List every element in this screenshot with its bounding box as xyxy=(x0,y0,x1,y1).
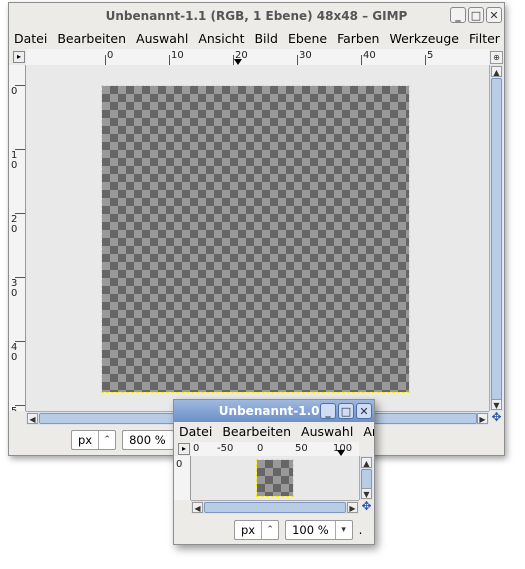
main-title: Unbenannt-1.1 (RGB, 1 Ebene) 48x48 – GIM… xyxy=(105,9,408,23)
zoom-value: 800 % xyxy=(129,433,166,447)
close-button[interactable]: ✕ xyxy=(486,7,502,23)
menu-ansicht[interactable]: An xyxy=(358,422,374,442)
vruler-label: 0 xyxy=(176,459,183,470)
vertical-scrollbar[interactable]: ▲ ▼ xyxy=(489,65,503,411)
unit-value: px xyxy=(78,433,93,447)
second-title: Unbenannt-1.0 ( xyxy=(218,404,330,418)
vruler-label: 4 0 xyxy=(11,342,18,363)
second-window: Unbenannt-1.0 ( _ □ ✕ Datei Bearbeiten A… xyxy=(173,399,375,545)
horizontal-ruler[interactable]: 0 10 20 30 40 5 xyxy=(26,49,489,66)
menu-auswahl[interactable]: Auswahl xyxy=(131,29,193,49)
maximize-button[interactable]: □ xyxy=(338,403,354,419)
unit-selector[interactable]: px ⌃ xyxy=(71,430,117,450)
hruler-label: -50 xyxy=(217,443,234,454)
scroll-right-icon[interactable]: ▶ xyxy=(347,502,358,513)
chevron-down-icon: ▾ xyxy=(334,521,352,539)
navigate-icon[interactable]: ✥ xyxy=(360,500,373,513)
menu-farben[interactable]: Farben xyxy=(332,29,384,49)
menu-bild[interactable]: Bild xyxy=(249,29,282,49)
quick-mask-corner-icon[interactable]: ▸ xyxy=(178,443,190,455)
menu-datei[interactable]: Datei xyxy=(174,422,217,442)
zoom-selector[interactable]: 100 % ▾ xyxy=(285,520,353,540)
image-canvas[interactable] xyxy=(101,85,410,393)
image-canvas[interactable] xyxy=(256,459,294,497)
hruler-label: 50 xyxy=(295,443,308,454)
vertical-ruler[interactable]: 0 1 0 2 0 3 0 4 0 5 xyxy=(9,65,26,411)
combo-arrow-icon: ⌃ xyxy=(261,521,278,539)
vruler-label: 2 0 xyxy=(11,214,18,235)
minimize-button[interactable]: _ xyxy=(450,7,466,23)
main-menubar: Datei Bearbeiten Auswahl Ansicht Bild Eb… xyxy=(9,29,504,49)
vertical-scrollbar[interactable]: ▲ ▼ xyxy=(359,456,373,500)
combo-arrow-icon: ⌃ xyxy=(98,431,115,449)
maximize-button[interactable]: □ xyxy=(468,7,484,23)
main-titlebar[interactable]: Unbenannt-1.1 (RGB, 1 Ebene) 48x48 – GIM… xyxy=(9,3,504,29)
scroll-left-icon[interactable]: ◀ xyxy=(192,502,203,513)
menu-ansicht[interactable]: Ansicht xyxy=(193,29,249,49)
close-button[interactable]: ✕ xyxy=(356,403,372,419)
hruler-label: 0 xyxy=(107,50,114,61)
quick-mask-corner-icon[interactable]: ▸ xyxy=(13,51,25,63)
horizontal-scrollbar[interactable]: ◀ ▶ xyxy=(191,500,359,514)
unit-selector[interactable]: px ⌃ xyxy=(234,520,280,540)
menu-filter[interactable]: Filter xyxy=(464,29,504,49)
status-extra: . xyxy=(358,523,363,537)
navigate-icon[interactable]: ✥ xyxy=(490,411,503,424)
hruler-label: 10 xyxy=(171,50,184,61)
canvas-area[interactable] xyxy=(191,456,359,500)
zoom-selector[interactable]: 800 % xyxy=(122,430,175,450)
menu-bearbeiten[interactable]: Bearbeiten xyxy=(217,422,296,442)
scroll-down-icon[interactable]: ▼ xyxy=(361,488,372,499)
scroll-up-icon[interactable]: ▲ xyxy=(361,457,372,468)
horizontal-ruler[interactable]: 0 -50 0 50 100 xyxy=(191,442,359,457)
vruler-label: 0 xyxy=(11,86,18,97)
vruler-label: 5 xyxy=(11,407,19,412)
vruler-label: 1 0 xyxy=(11,150,18,171)
hruler-label: 0 xyxy=(257,443,264,454)
hruler-label: 30 xyxy=(299,50,312,61)
zoom-corner-icon[interactable]: ⊕ xyxy=(490,51,503,64)
vruler-label: 3 0 xyxy=(11,278,18,299)
main-statusbar: px ⌃ 800 % xyxy=(71,427,175,453)
vertical-scroll-thumb[interactable] xyxy=(361,469,372,489)
zoom-value: 100 % xyxy=(292,523,329,537)
second-statusbar: px ⌃ 100 % ▾ . xyxy=(234,517,362,543)
hruler-label: 0 xyxy=(193,443,200,454)
vertical-scroll-thumb[interactable] xyxy=(491,78,502,400)
scroll-left-icon[interactable]: ◀ xyxy=(27,413,38,424)
menu-ebene[interactable]: Ebene xyxy=(283,29,332,49)
second-titlebar[interactable]: Unbenannt-1.0 ( _ □ ✕ xyxy=(174,400,374,422)
horizontal-scroll-thumb[interactable] xyxy=(204,502,346,513)
main-window: Unbenannt-1.1 (RGB, 1 Ebene) 48x48 – GIM… xyxy=(8,2,505,456)
unit-value: px xyxy=(241,523,256,537)
menu-auswahl[interactable]: Auswahl xyxy=(296,422,358,442)
scroll-right-icon[interactable]: ▶ xyxy=(477,413,488,424)
canvas-area[interactable] xyxy=(26,65,489,411)
hruler-label: 40 xyxy=(363,50,376,61)
second-menubar: Datei Bearbeiten Auswahl An xyxy=(174,422,374,442)
hruler-label: 5 xyxy=(427,50,434,61)
menu-bearbeiten[interactable]: Bearbeiten xyxy=(52,29,131,49)
menu-datei[interactable]: Datei xyxy=(9,29,52,49)
scroll-down-icon[interactable]: ▼ xyxy=(491,399,502,410)
vertical-ruler[interactable]: 0 xyxy=(174,456,191,500)
scroll-up-icon[interactable]: ▲ xyxy=(491,66,502,77)
menu-werkzeuge[interactable]: Werkzeuge xyxy=(384,29,464,49)
minimize-button[interactable]: _ xyxy=(320,403,336,419)
